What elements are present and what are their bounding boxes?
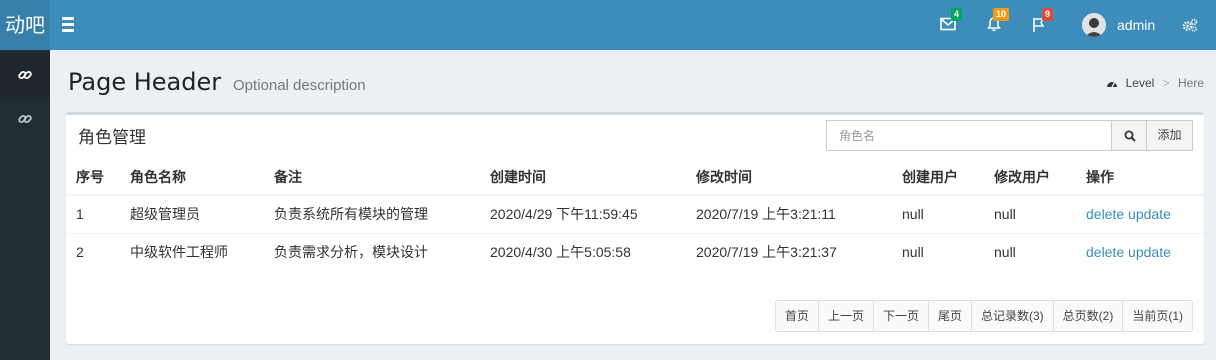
tasks-badge: 9 bbox=[1042, 8, 1054, 21]
column-header: 操作 bbox=[1078, 159, 1204, 196]
roles-table: 序号 角色名称 备注 创建时间 修改时间 创建用户 修改用户 操作 1 超级管理… bbox=[66, 159, 1204, 271]
app-logo[interactable]: 动吧 bbox=[0, 0, 50, 50]
notifications-badge: 10 bbox=[993, 8, 1010, 21]
link-icon bbox=[18, 70, 32, 80]
sidebar-item-1[interactable] bbox=[0, 53, 50, 97]
next-page-button[interactable]: 下一页 bbox=[872, 300, 929, 332]
sidebar-item-2[interactable] bbox=[0, 97, 50, 141]
search-button[interactable] bbox=[1111, 120, 1147, 151]
role-search-input[interactable]: 角色名 bbox=[826, 120, 1112, 151]
breadcrumb: Level > Here bbox=[1106, 76, 1204, 90]
settings-button[interactable] bbox=[1182, 0, 1206, 50]
breadcrumb-here: Here bbox=[1177, 76, 1204, 90]
row-created: 2020/4/30 上午5:05:58 bbox=[482, 232, 688, 271]
total-records: 总记录数(3) bbox=[970, 300, 1054, 332]
prev-page-button[interactable]: 上一页 bbox=[817, 300, 874, 332]
gears-icon bbox=[1182, 18, 1198, 32]
messages-menu[interactable]: 4 bbox=[940, 0, 970, 50]
row-actions: delete update bbox=[1078, 194, 1204, 233]
breadcrumb-separator: > bbox=[1162, 76, 1170, 90]
tasks-menu[interactable]: 9 bbox=[1032, 0, 1062, 50]
row-name: 超级管理员 bbox=[122, 194, 266, 233]
sidebar-toggle-button[interactable] bbox=[62, 14, 80, 36]
dashboard-icon bbox=[1107, 82, 1118, 88]
column-header: 创建用户 bbox=[894, 159, 986, 196]
column-header: 修改时间 bbox=[688, 159, 894, 196]
delete-link[interactable]: delete bbox=[1086, 206, 1124, 222]
box-title: 角色管理 bbox=[78, 128, 146, 148]
content-header: Page Header Optional description bbox=[68, 68, 366, 100]
row-created-by: null bbox=[894, 232, 986, 271]
row-note: 负责需求分析，模块设计 bbox=[266, 232, 482, 271]
row-actions: delete update bbox=[1078, 232, 1204, 271]
breadcrumb-level[interactable]: Level bbox=[1126, 76, 1155, 90]
column-header: 角色名称 bbox=[122, 159, 266, 196]
page-description: Optional description bbox=[233, 77, 366, 94]
table-header-row: 序号 角色名称 备注 创建时间 修改时间 创建用户 修改用户 操作 bbox=[66, 159, 1204, 196]
row-id: 1 bbox=[66, 194, 122, 233]
link-icon bbox=[18, 114, 32, 124]
first-page-button[interactable]: 首页 bbox=[774, 300, 819, 332]
column-header: 序号 bbox=[66, 159, 122, 196]
sidebar bbox=[0, 50, 50, 360]
user-menu[interactable]: admin bbox=[1082, 0, 1162, 50]
update-link[interactable]: update bbox=[1128, 206, 1171, 222]
page-title: Page Header bbox=[68, 68, 222, 96]
row-modified-by: null bbox=[986, 232, 1078, 271]
add-button[interactable]: 添加 bbox=[1146, 120, 1193, 151]
avatar bbox=[1082, 13, 1106, 37]
total-pages: 总页数(2) bbox=[1052, 300, 1124, 332]
row-modified: 2020/7/19 上午3:21:37 bbox=[688, 232, 894, 271]
row-created-by: null bbox=[894, 194, 986, 233]
messages-badge: 4 bbox=[951, 8, 963, 21]
update-link[interactable]: update bbox=[1128, 244, 1171, 260]
top-navbar: 4 10 9 admin bbox=[50, 0, 1216, 50]
table-row: 2 中级软件工程师 负责需求分析，模块设计 2020/4/30 上午5:05:5… bbox=[66, 232, 1204, 271]
row-name: 中级软件工程师 bbox=[122, 232, 266, 271]
search-icon bbox=[1124, 130, 1136, 142]
last-page-button[interactable]: 尾页 bbox=[927, 300, 972, 332]
current-page: 当前页(1) bbox=[1122, 300, 1193, 332]
row-created: 2020/4/29 下午11:59:45 bbox=[482, 194, 688, 233]
user-name: admin bbox=[1117, 17, 1156, 33]
delete-link[interactable]: delete bbox=[1086, 244, 1124, 260]
row-id: 2 bbox=[66, 232, 122, 271]
notifications-menu[interactable]: 10 bbox=[986, 0, 1016, 50]
column-header: 创建时间 bbox=[482, 159, 688, 196]
row-modified: 2020/7/19 上午3:21:11 bbox=[688, 194, 894, 233]
row-modified-by: null bbox=[986, 194, 1078, 233]
roles-box: 角色管理 角色名 添加 序号 角色名称 备注 创建时间 修改时间 创建用户 修改… bbox=[66, 112, 1204, 344]
pagination: 首页 上一页 下一页 尾页 总记录数(3) 总页数(2) 当前页(1) bbox=[774, 300, 1193, 332]
column-header: 备注 bbox=[266, 159, 482, 196]
table-row: 1 超级管理员 负责系统所有模块的管理 2020/4/29 下午11:59:45… bbox=[66, 194, 1204, 233]
column-header: 修改用户 bbox=[986, 159, 1078, 196]
row-note: 负责系统所有模块的管理 bbox=[266, 194, 482, 233]
